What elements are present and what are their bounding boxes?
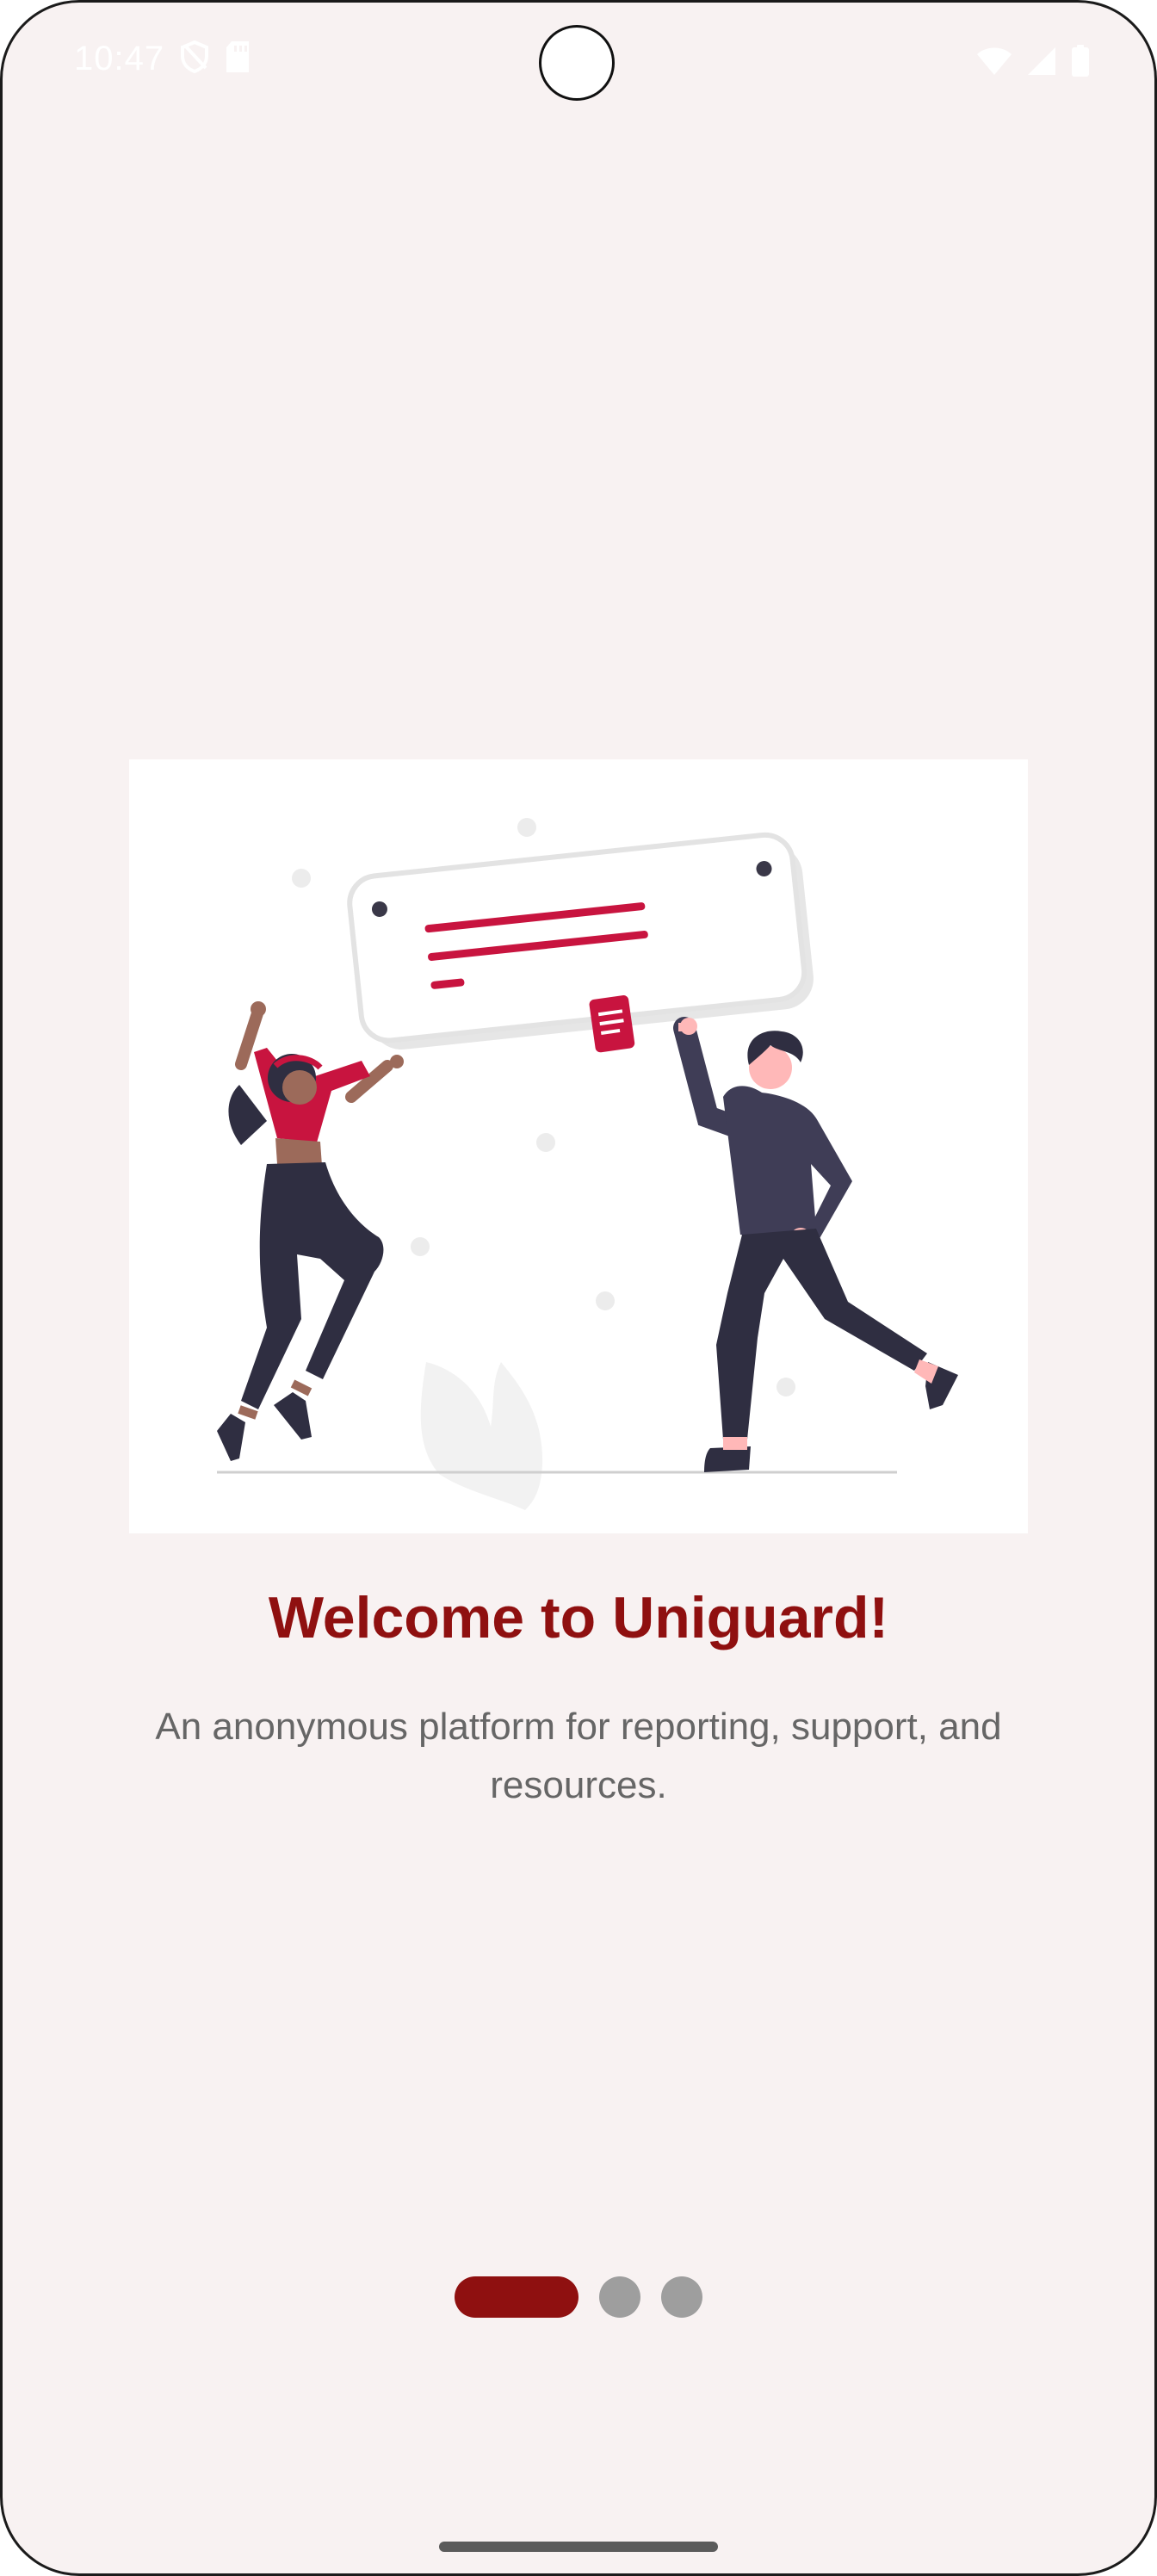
onboarding-illustration <box>129 759 1028 1533</box>
status-bar: 10:47 <box>0 0 1157 129</box>
home-indicator[interactable] <box>439 2542 718 2552</box>
phone-screen: 10:47 Welcome to Uniguard! An anonymous … <box>0 0 1157 2576</box>
page-indicator-dot-active[interactable] <box>455 2276 578 2318</box>
onboarding-title: Welcome to Uniguard! <box>268 1585 889 1650</box>
wifi-icon <box>976 46 1012 80</box>
shield-icon <box>180 40 209 77</box>
onboarding-description: An anonymous platform for reporting, sup… <box>155 1706 1002 1806</box>
page-indicator-dot[interactable] <box>599 2276 640 2318</box>
status-right <box>976 45 1090 82</box>
sd-card-icon <box>225 40 251 77</box>
cellular-signal-icon <box>1026 46 1057 81</box>
page-indicator <box>455 2276 702 2318</box>
camera-cutout <box>541 28 612 98</box>
battery-icon <box>1071 45 1090 82</box>
page-indicator-dot[interactable] <box>661 2276 702 2318</box>
status-time: 10:47 <box>74 40 165 77</box>
status-left: 10:47 <box>74 40 251 78</box>
